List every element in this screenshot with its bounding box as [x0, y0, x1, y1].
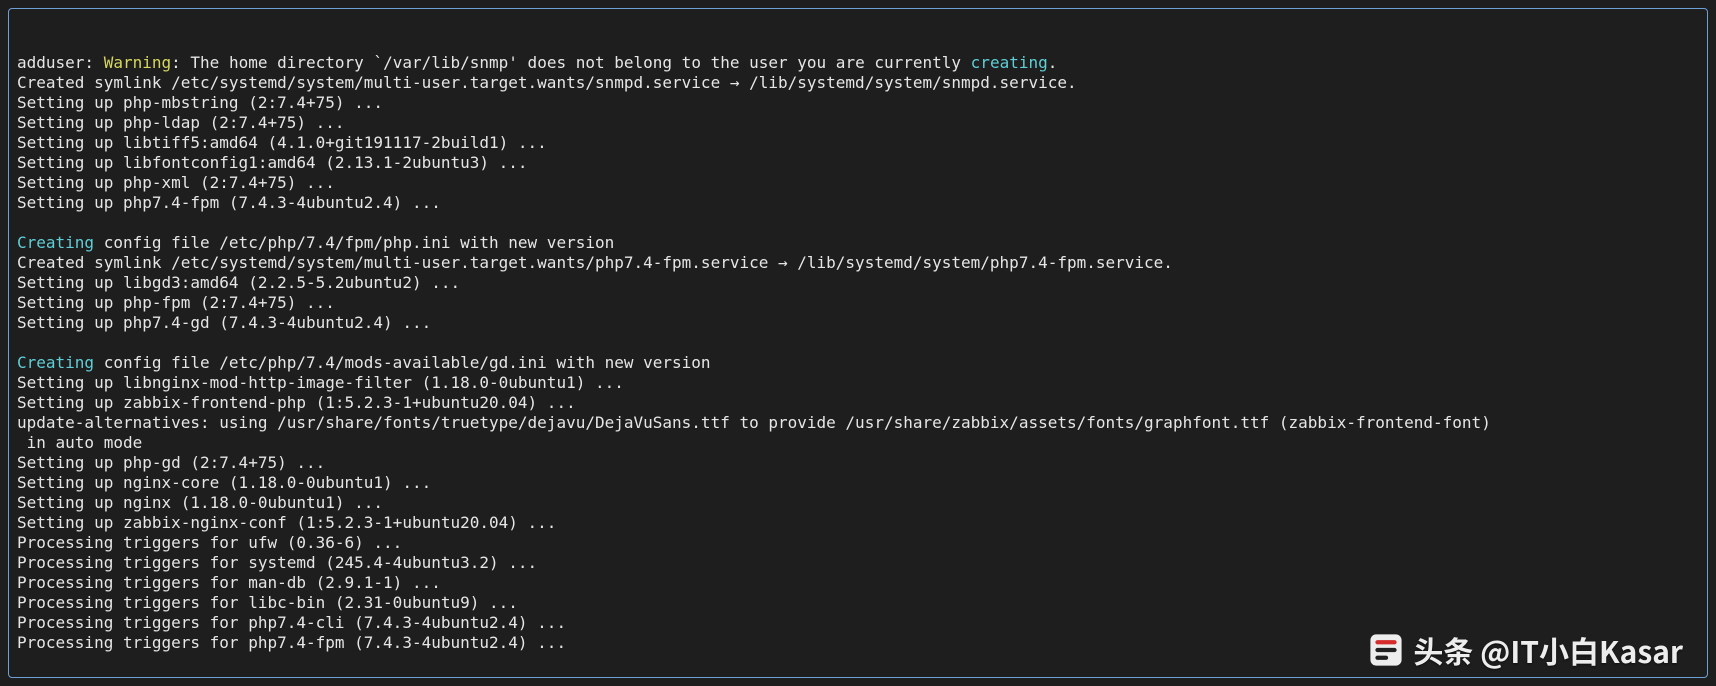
terminal-text-segment: Processing triggers for php7.4-cli (7.4.…	[17, 613, 566, 632]
terminal-line: Setting up php-fpm (2:7.4+75) ...	[17, 293, 1699, 313]
terminal-text-segment: config file /etc/php/7.4/mods-available/…	[94, 353, 711, 372]
terminal-line: in auto mode	[17, 433, 1699, 453]
terminal-line	[17, 333, 1699, 353]
terminal-text-segment: adduser:	[17, 53, 104, 72]
terminal-text-segment: Setting up php-ldap (2:7.4+75) ...	[17, 113, 345, 132]
terminal-line: Setting up php-xml (2:7.4+75) ...	[17, 173, 1699, 193]
terminal-line: Processing triggers for php7.4-cli (7.4.…	[17, 613, 1699, 633]
terminal-line: Setting up php-mbstring (2:7.4+75) ...	[17, 93, 1699, 113]
terminal-text-segment: Creating	[17, 353, 94, 372]
terminal-text-segment: Setting up libtiff5:amd64 (4.1.0+git1911…	[17, 133, 547, 152]
terminal-text-segment: Setting up zabbix-nginx-conf (1:5.2.3-1+…	[17, 513, 556, 532]
terminal-text-segment: Setting up libgd3:amd64 (2.2.5-5.2ubuntu…	[17, 273, 460, 292]
terminal-line: Processing triggers for libc-bin (2.31-0…	[17, 593, 1699, 613]
terminal-text-segment: Setting up php-mbstring (2:7.4+75) ...	[17, 93, 383, 112]
terminal-text-segment: Processing triggers for systemd (245.4-4…	[17, 553, 537, 572]
terminal-text-segment: Setting up php7.4-gd (7.4.3-4ubuntu2.4) …	[17, 313, 431, 332]
terminal-text-segment: : The home directory `/var/lib/snmp' doe…	[171, 53, 971, 72]
terminal-line: Processing triggers for php7.4-fpm (7.4.…	[17, 633, 1699, 653]
terminal-line: Processing triggers for systemd (245.4-4…	[17, 553, 1699, 573]
terminal-line: Setting up php7.4-fpm (7.4.3-4ubuntu2.4)…	[17, 193, 1699, 213]
terminal-text-segment: Setting up php-xml (2:7.4+75) ...	[17, 173, 335, 192]
terminal-line: Created symlink /etc/systemd/system/mult…	[17, 73, 1699, 93]
terminal-text-segment: Setting up php-gd (2:7.4+75) ...	[17, 453, 325, 472]
terminal-line: update-alternatives: using /usr/share/fo…	[17, 413, 1699, 433]
terminal-text-segment: Warning	[104, 53, 171, 72]
terminal-text-segment: Setting up php-fpm (2:7.4+75) ...	[17, 293, 335, 312]
terminal-line: Setting up libgd3:amd64 (2.2.5-5.2ubuntu…	[17, 273, 1699, 293]
terminal-line: Setting up libtiff5:amd64 (4.1.0+git1911…	[17, 133, 1699, 153]
terminal-line: Created symlink /etc/systemd/system/mult…	[17, 253, 1699, 273]
terminal-line: Setting up nginx (1.18.0-0ubuntu1) ...	[17, 493, 1699, 513]
terminal-text-segment: Setting up zabbix-frontend-php (1:5.2.3-…	[17, 393, 576, 412]
terminal-line: Creating config file /etc/php/7.4/fpm/ph…	[17, 233, 1699, 253]
terminal-line: Setting up nginx-core (1.18.0-0ubuntu1) …	[17, 473, 1699, 493]
terminal-line: Setting up php-gd (2:7.4+75) ...	[17, 453, 1699, 473]
terminal-text-segment: Created symlink /etc/systemd/system/mult…	[17, 253, 1173, 272]
terminal-window[interactable]: adduser: Warning: The home directory `/v…	[8, 8, 1708, 678]
terminal-text-segment: config file /etc/php/7.4/fpm/php.ini wit…	[94, 233, 614, 252]
terminal-line	[17, 213, 1699, 233]
terminal-output: adduser: Warning: The home directory `/v…	[17, 53, 1699, 653]
terminal-text-segment: Setting up libfontconfig1:amd64 (2.13.1-…	[17, 153, 528, 172]
terminal-text-segment: Processing triggers for man-db (2.9.1-1)…	[17, 573, 441, 592]
terminal-text-segment: Created symlink /etc/systemd/system/mult…	[17, 73, 1077, 92]
terminal-text-segment: Setting up libnginx-mod-http-image-filte…	[17, 373, 624, 392]
terminal-line: Creating config file /etc/php/7.4/mods-a…	[17, 353, 1699, 373]
terminal-line: Processing triggers for man-db (2.9.1-1)…	[17, 573, 1699, 593]
terminal-text-segment: Processing triggers for libc-bin (2.31-0…	[17, 593, 518, 612]
terminal-text-segment: Setting up nginx-core (1.18.0-0ubuntu1) …	[17, 473, 431, 492]
terminal-line: Setting up php7.4-gd (7.4.3-4ubuntu2.4) …	[17, 313, 1699, 333]
terminal-text-segment: Creating	[17, 233, 94, 252]
terminal-line: Setting up libnginx-mod-http-image-filte…	[17, 373, 1699, 393]
terminal-text-segment: Processing triggers for php7.4-fpm (7.4.…	[17, 633, 566, 652]
terminal-text-segment: update-alternatives: using /usr/share/fo…	[17, 413, 1491, 432]
terminal-line: Setting up zabbix-frontend-php (1:5.2.3-…	[17, 393, 1699, 413]
terminal-text-segment: Processing triggers for ufw (0.36-6) ...	[17, 533, 402, 552]
terminal-line: Processing triggers for ufw (0.36-6) ...	[17, 533, 1699, 553]
terminal-line: Setting up zabbix-nginx-conf (1:5.2.3-1+…	[17, 513, 1699, 533]
terminal-text-segment: creating	[971, 53, 1048, 72]
terminal-line: adduser: Warning: The home directory `/v…	[17, 53, 1699, 73]
terminal-line: Setting up libfontconfig1:amd64 (2.13.1-…	[17, 153, 1699, 173]
terminal-text-segment: .	[1048, 53, 1058, 72]
terminal-text-segment: Setting up nginx (1.18.0-0ubuntu1) ...	[17, 493, 383, 512]
terminal-text-segment: in auto mode	[17, 433, 142, 452]
terminal-line: Setting up php-ldap (2:7.4+75) ...	[17, 113, 1699, 133]
terminal-text-segment: Setting up php7.4-fpm (7.4.3-4ubuntu2.4)…	[17, 193, 441, 212]
